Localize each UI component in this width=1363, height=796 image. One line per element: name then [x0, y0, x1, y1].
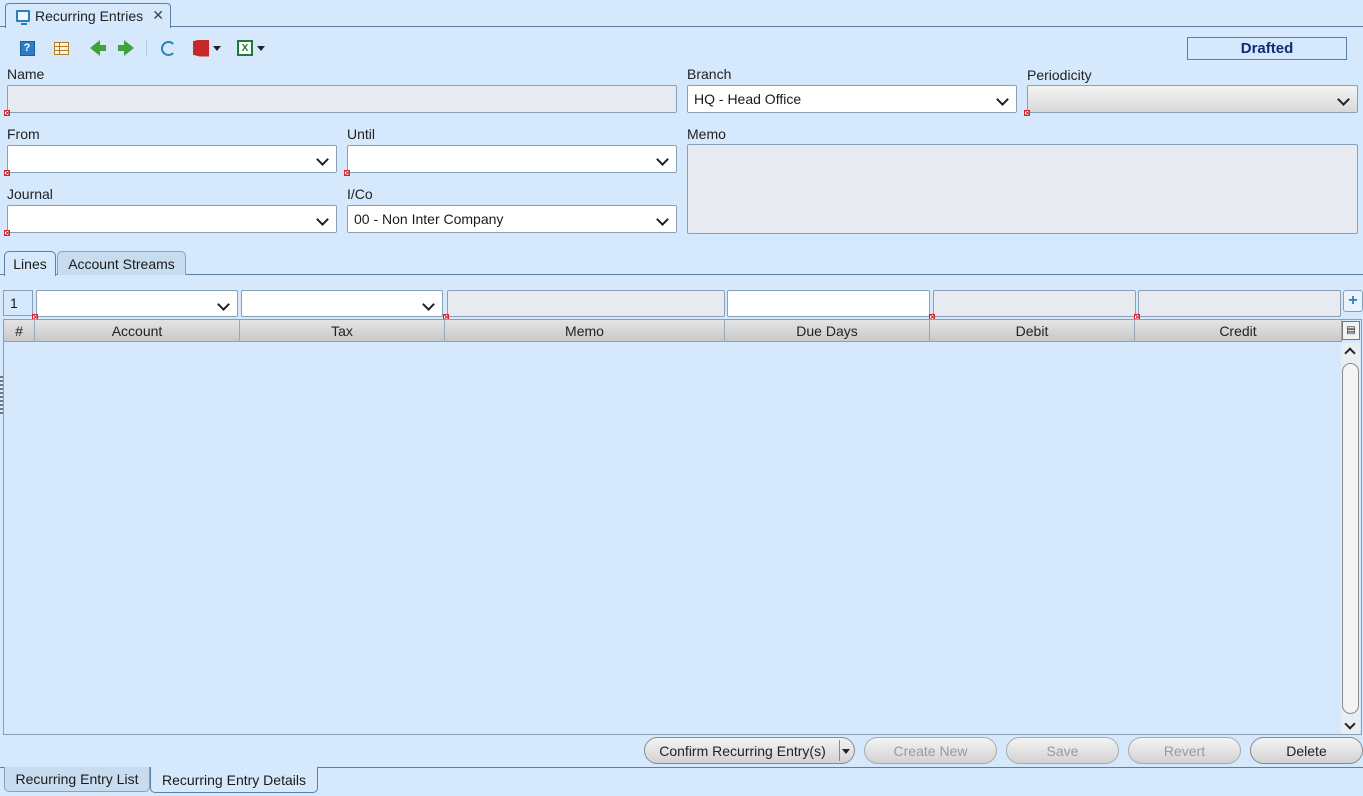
- excel-export-dropdown[interactable]: X: [237, 40, 265, 56]
- scrollbar-thumb[interactable]: [1342, 363, 1359, 714]
- split-divider: [839, 740, 840, 761]
- create-new-button[interactable]: Create New: [864, 737, 997, 764]
- name-label: Name: [7, 66, 45, 82]
- until-label: Until: [347, 126, 376, 142]
- column-header-account[interactable]: Account: [35, 320, 240, 342]
- branch-select[interactable]: HQ - Head Office: [687, 85, 1017, 113]
- line-number-field[interactable]: 1: [3, 290, 33, 316]
- ico-label: I/Co: [347, 186, 373, 202]
- excel-icon: X: [237, 40, 253, 56]
- status-badge: Drafted: [1187, 37, 1347, 60]
- column-header-tax[interactable]: Tax: [240, 320, 445, 342]
- column-header-memo[interactable]: Memo: [445, 320, 725, 342]
- periodicity-label: Periodicity: [1027, 67, 1092, 83]
- refresh-button[interactable]: [159, 39, 177, 57]
- refresh-icon: [160, 40, 176, 56]
- from-label: From: [7, 126, 40, 142]
- lines-grid: # Account Tax Memo Due Days Debit Credit…: [3, 319, 1362, 735]
- chevron-down-icon[interactable]: [842, 749, 850, 754]
- column-header-due-days[interactable]: Due Days: [725, 320, 930, 342]
- memo-label: Memo: [687, 126, 726, 142]
- document-tab-bar: [0, 0, 1363, 27]
- confirm-recurring-entries-button[interactable]: Confirm Recurring Entry(s): [644, 737, 855, 764]
- column-header-debit[interactable]: Debit: [930, 320, 1135, 342]
- ico-select[interactable]: 00 - Non Inter Company: [347, 205, 677, 233]
- name-field[interactable]: [7, 85, 677, 113]
- scroll-down-icon[interactable]: [1344, 718, 1356, 730]
- line-account-select[interactable]: [36, 290, 238, 317]
- tab-recurring-entry-details[interactable]: Recurring Entry Details: [150, 767, 318, 793]
- inner-tab-bar: [0, 274, 1363, 275]
- line-memo-field[interactable]: [447, 290, 725, 317]
- required-marker-icon: [4, 110, 10, 116]
- line-debit-field[interactable]: [933, 290, 1136, 317]
- required-marker-icon: [344, 170, 350, 176]
- toolbar-divider: [146, 39, 147, 57]
- pdf-icon: [193, 39, 209, 57]
- memo-textarea[interactable]: [687, 144, 1358, 234]
- confirm-button-label: Confirm Recurring Entry(s): [659, 742, 826, 759]
- panel-splitter-handle[interactable]: [0, 376, 3, 416]
- until-date-select[interactable]: [347, 145, 677, 173]
- add-line-button[interactable]: +: [1343, 290, 1363, 312]
- help-button[interactable]: ?: [18, 39, 36, 57]
- tab-recurring-entry-list[interactable]: Recurring Entry List: [4, 767, 150, 792]
- grid-header: # Account Tax Memo Due Days Debit Credit: [4, 320, 1342, 342]
- list-view-button[interactable]: [52, 39, 70, 57]
- arrow-right-icon: [118, 40, 134, 56]
- column-menu-icon[interactable]: ▤: [1342, 321, 1360, 340]
- required-marker-icon: [4, 230, 10, 236]
- scroll-up-icon[interactable]: [1344, 347, 1356, 359]
- pdf-export-dropdown[interactable]: [193, 39, 221, 57]
- toolbar: ? X: [18, 38, 281, 58]
- monitor-icon: [16, 10, 30, 25]
- tab-recurring-entries[interactable]: Recurring Entries ✕: [5, 3, 171, 28]
- column-header-credit[interactable]: Credit: [1135, 320, 1342, 342]
- help-icon: ?: [19, 40, 35, 56]
- line-tax-select[interactable]: [241, 290, 443, 317]
- tab-account-streams[interactable]: Account Streams: [57, 251, 186, 275]
- chevron-down-icon: [213, 45, 221, 51]
- vertical-scrollbar[interactable]: [1341, 343, 1360, 734]
- branch-label: Branch: [687, 66, 732, 82]
- close-tab-icon[interactable]: ✕: [152, 7, 164, 24]
- save-button[interactable]: Save: [1006, 737, 1119, 764]
- previous-button[interactable]: [86, 39, 106, 57]
- from-date-select[interactable]: [7, 145, 337, 173]
- tab-title: Recurring Entries: [35, 8, 144, 24]
- delete-button[interactable]: Delete: [1250, 737, 1363, 764]
- journal-select[interactable]: [7, 205, 337, 233]
- arrow-left-icon: [90, 40, 106, 56]
- next-button[interactable]: [118, 39, 138, 57]
- required-marker-icon: [4, 170, 10, 176]
- chevron-down-icon: [257, 45, 265, 51]
- line-due-days-field[interactable]: [727, 290, 930, 317]
- column-header-number[interactable]: #: [4, 320, 35, 342]
- line-credit-field[interactable]: [1138, 290, 1341, 317]
- tab-lines[interactable]: Lines: [4, 251, 56, 276]
- table-icon: [53, 41, 69, 55]
- periodicity-select[interactable]: [1027, 85, 1358, 113]
- journal-label: Journal: [7, 186, 53, 202]
- required-marker-icon: [1024, 110, 1030, 116]
- revert-button[interactable]: Revert: [1128, 737, 1241, 764]
